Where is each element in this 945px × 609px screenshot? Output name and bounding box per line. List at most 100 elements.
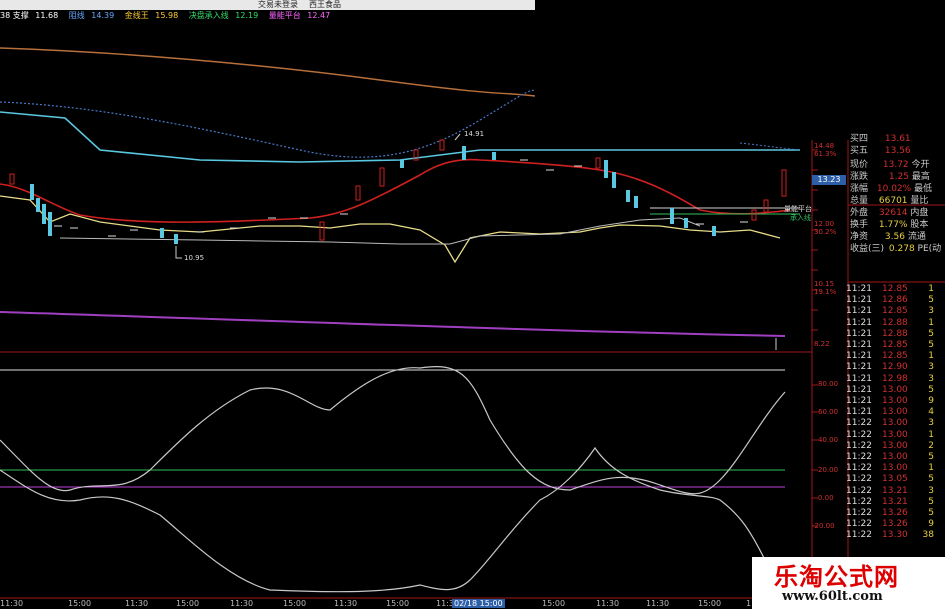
tick-row: 11:21 12.85 1 [846, 351, 945, 362]
tick-volume: 5 [928, 340, 934, 350]
tick-volume: 5 [928, 295, 934, 306]
high-marker [454, 133, 461, 141]
tick-time: 11:21 [846, 373, 872, 384]
tick-time: 11:21 [846, 362, 872, 373]
tick-row: 11:21 12.88 5 [846, 329, 945, 340]
price-axis-label: 19.1% [814, 288, 837, 296]
price-axis-label: 8.22 [814, 340, 830, 348]
tick-price: 12.86 [882, 295, 908, 306]
quote-row: 现价 13.72 今开 [850, 160, 930, 170]
tick-row: 11:22 13.00 1 [846, 430, 945, 441]
tick-price: 13.30 [882, 530, 908, 541]
tick-time: 11:22 [846, 440, 872, 451]
tick-price: 13.26 [882, 519, 908, 530]
time-label: 11:30 [230, 599, 254, 608]
tick-row: 11:21 12.88 1 [846, 318, 945, 329]
tick-price: 13.00 [882, 407, 908, 418]
tick-volume: 3 [928, 306, 934, 317]
tick-row: 11:21 13.00 9 [846, 396, 945, 407]
osc-axis-label: 60.00 [818, 408, 839, 416]
tick-volume: 9 [928, 519, 934, 530]
high-price-label: 14.91 [464, 130, 485, 138]
quote-row: 收益(三) 0.278 PE(动 [850, 244, 942, 254]
time-label: 11:30 [596, 599, 620, 608]
tick-volume: 3 [928, 485, 934, 496]
tick-row: 11:22 13.00 3 [846, 418, 945, 429]
tick-price: 12.98 [882, 373, 908, 384]
tick-time: 11:22 [846, 496, 872, 507]
quote-row: 涨跌 1.25 最高 [850, 172, 930, 182]
osc-line-1 [0, 366, 786, 495]
time-cursor-label: 02/18 15:00 [452, 599, 505, 608]
tick-volume: 3 [928, 418, 934, 429]
tick-time: 11:22 [846, 429, 872, 440]
tick-volume: 1 [928, 429, 934, 440]
tick-time: 11:22 [846, 485, 872, 496]
tick-volume: 38 [922, 530, 934, 541]
tick-row: 11:22 13.00 5 [846, 452, 945, 463]
watermark-title: 乐淘公式网 [774, 562, 899, 591]
tick-row: 11:22 13.00 2 [846, 441, 945, 452]
tick-row: 11:22 13.00 1 [846, 463, 945, 474]
kline-chart-canvas[interactable] [0, 0, 945, 609]
tick-volume: 4 [928, 407, 934, 418]
tick-time: 11:22 [846, 508, 872, 518]
tick-volume: 1 [928, 317, 934, 328]
time-label: 15:00 [68, 599, 92, 608]
resistance-line [0, 111, 800, 163]
watermark-url: www.60lt.com [782, 589, 883, 604]
tick-price: 13.00 [882, 452, 908, 462]
tick-price: 13.00 [882, 429, 908, 440]
tick-price: 13.05 [882, 474, 908, 485]
tick-volume: 5 [928, 328, 934, 339]
time-label: 15:00 [176, 599, 200, 608]
tick-time: 11:21 [846, 340, 872, 350]
tick-price: 13.26 [882, 508, 908, 518]
quote-row: 净资 3.56 流通 [850, 232, 926, 242]
time-label: 11:30 [125, 599, 149, 608]
tick-price: 13.21 [882, 496, 908, 507]
tick-time: 11:21 [846, 396, 872, 406]
quote-row: 换手 1.77% 股本 [850, 220, 929, 230]
tick-row: 11:22 13.21 5 [846, 497, 945, 508]
tick-volume: 1 [928, 463, 934, 474]
tick-row: 11:22 13.21 3 [846, 486, 945, 497]
osc-axis-label: 80.00 [818, 380, 839, 388]
price-axis-label: 14.48 [814, 142, 835, 150]
tick-time: 11:21 [846, 317, 872, 328]
tick-volume: 3 [928, 373, 934, 384]
time-label: 11:30 [334, 599, 358, 608]
tick-volume: 5 [928, 508, 934, 518]
tick-row: 11:21 12.86 5 [846, 295, 945, 306]
tick-price: 12.85 [882, 284, 908, 294]
current-price-box: 13.23 [812, 175, 846, 185]
tick-price: 13.21 [882, 485, 908, 496]
tick-time: 11:22 [846, 452, 872, 462]
tick-time: 11:21 [846, 306, 872, 317]
tick-volume: 2 [928, 440, 934, 451]
tick-row: 11:22 13.26 9 [846, 519, 945, 530]
tick-price: 12.85 [882, 351, 908, 362]
tick-time: 11:22 [846, 530, 872, 541]
candles [9, 139, 787, 244]
tick-volume: 3 [928, 362, 934, 373]
tick-price: 12.85 [882, 306, 908, 317]
quote-row: 买五 13.56 [850, 146, 911, 156]
tick-row: 11:21 12.90 3 [846, 362, 945, 373]
time-label: 15:00 [698, 599, 722, 608]
tick-row: 11:21 13.00 4 [846, 407, 945, 418]
time-label: 15:00 [542, 599, 566, 608]
time-label: 15:00 [283, 599, 307, 608]
tick-price: 13.00 [882, 384, 908, 395]
tick-price: 13.00 [882, 440, 908, 451]
osc-axis-label: 20.00 [818, 466, 839, 474]
osc-axis-label: 0.00 [818, 494, 834, 502]
dotted-ma-line [0, 89, 536, 158]
quote-row: 外盘 32614 内盘 [850, 208, 929, 218]
tick-volume: 5 [928, 452, 934, 462]
tick-time: 11:21 [846, 407, 872, 418]
time-label: 15:00 [386, 599, 410, 608]
quote-row: 涨幅 10.02% 最低 [850, 184, 933, 194]
quote-row: 总量 66701 量比 [850, 196, 929, 206]
time-label: 11:30 [646, 599, 670, 608]
